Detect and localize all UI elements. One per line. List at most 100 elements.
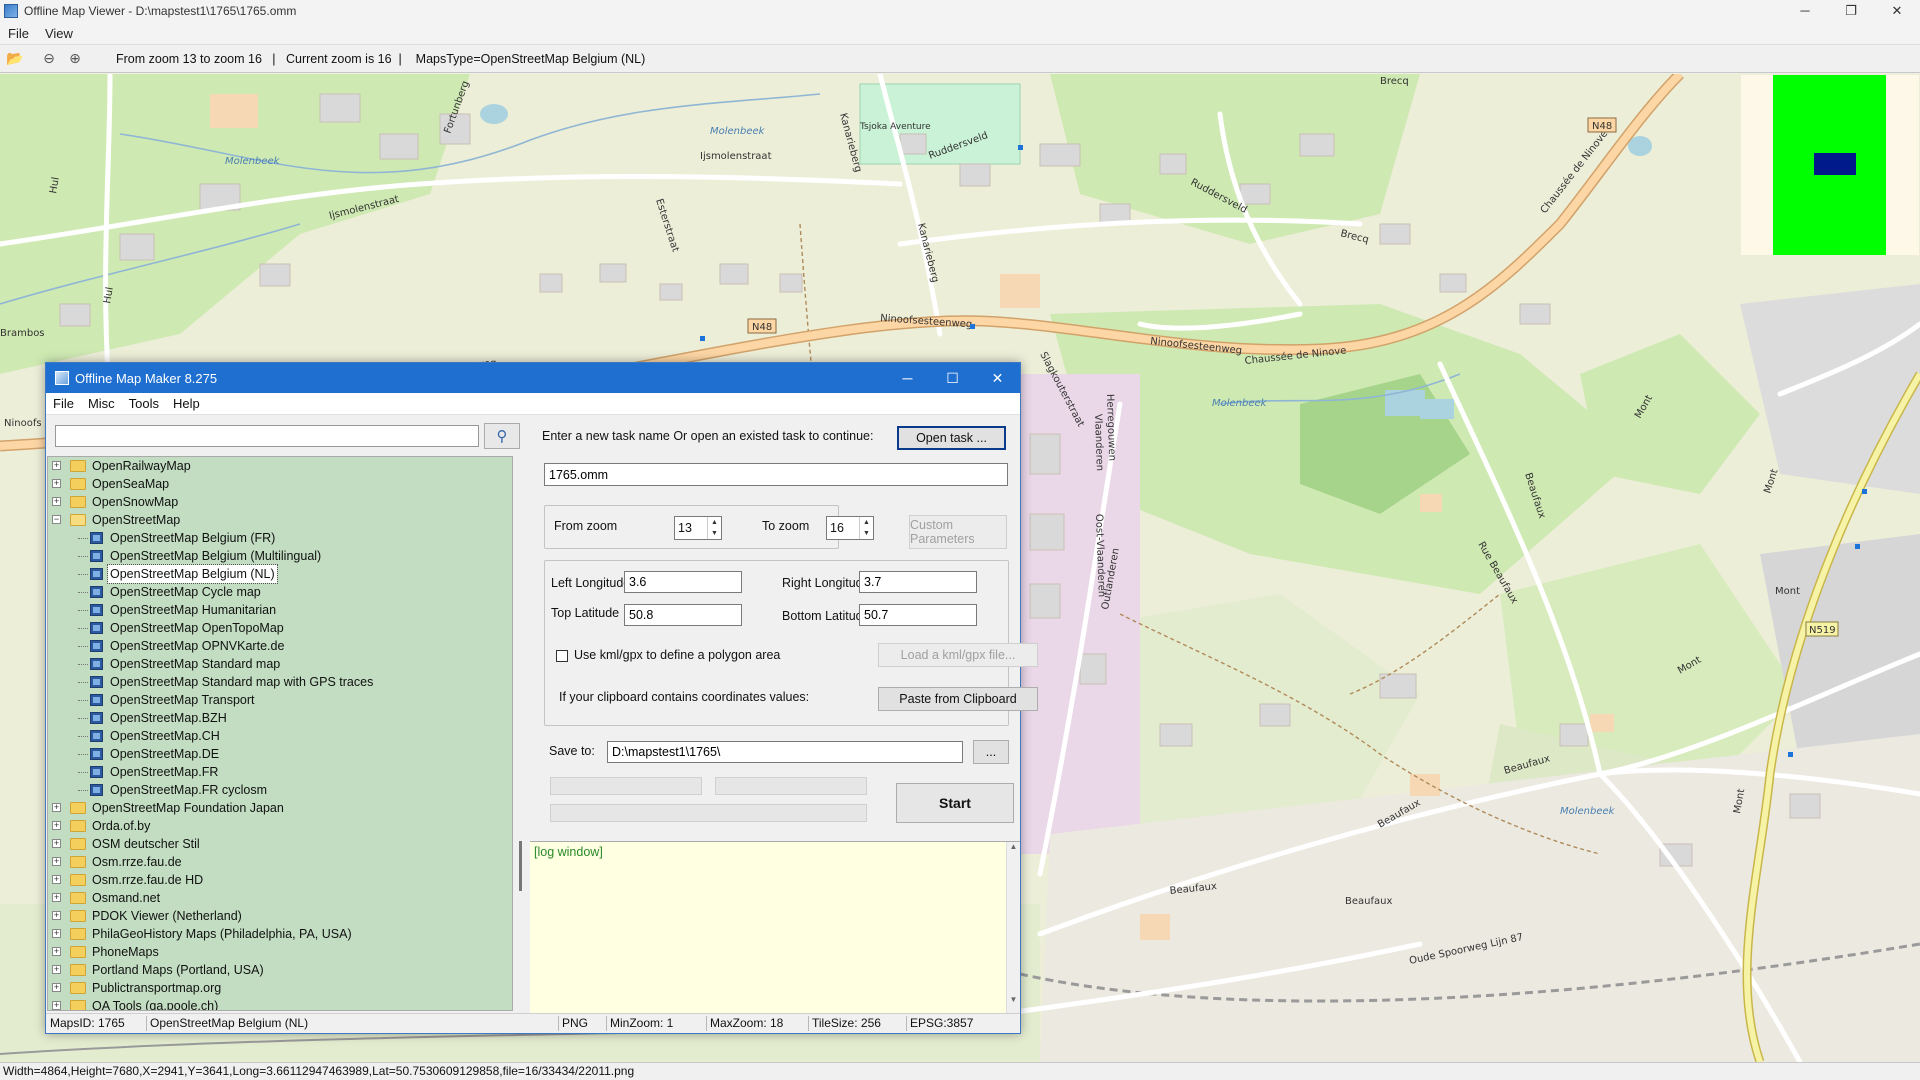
- save-to-input[interactable]: [607, 741, 963, 763]
- map-source-tree[interactable]: + OpenRailwayMap + OpenSeaMap + OpenSnowMap − O…: [47, 456, 513, 1011]
- spin-up-icon[interactable]: ▲: [708, 517, 721, 528]
- tree-item-map[interactable]: OpenStreetMap Standard map with GPS trac…: [48, 673, 512, 691]
- tree-item-folder[interactable]: + OpenSnowMap: [48, 493, 512, 511]
- search-input[interactable]: [55, 425, 479, 447]
- tree-item-map[interactable]: OpenStreetMap.FR cyclosm: [48, 781, 512, 799]
- tree-item-map[interactable]: OpenStreetMap.CH: [48, 727, 512, 745]
- expand-icon[interactable]: +: [52, 911, 61, 920]
- open-folder-icon[interactable]: 📂: [4, 48, 26, 70]
- minimize-button[interactable]: ─: [1782, 0, 1828, 22]
- from-zoom-spinner[interactable]: 13 ▲ ▼: [674, 516, 722, 540]
- zoom-in-icon[interactable]: ⊕: [64, 48, 86, 70]
- expand-icon[interactable]: +: [52, 857, 61, 866]
- expand-icon[interactable]: +: [52, 1001, 61, 1010]
- tree-item-map[interactable]: OpenStreetMap OPNVKarte.de: [48, 637, 512, 655]
- overview-minimap[interactable]: [1741, 75, 1919, 255]
- tree-item-folder[interactable]: + QA Tools (qa.poole.ch): [48, 997, 512, 1011]
- load-kml-button[interactable]: Load a kml/gpx file...: [878, 643, 1038, 667]
- top-latitude-input[interactable]: [624, 604, 742, 626]
- expand-icon[interactable]: +: [52, 839, 61, 848]
- dialog-menu-file[interactable]: File: [46, 396, 81, 411]
- tree-item-map[interactable]: OpenStreetMap Belgium (NL): [48, 564, 512, 584]
- scroll-up-icon[interactable]: ▲: [1007, 842, 1020, 851]
- tree-item-map[interactable]: OpenStreetMap Standard map: [48, 655, 512, 673]
- tree-scroll-thumb[interactable]: [519, 841, 522, 891]
- tree-item-map[interactable]: OpenStreetMap Belgium (FR): [48, 529, 512, 547]
- tree-item-folder[interactable]: + PDOK Viewer (Netherland): [48, 907, 512, 925]
- expand-icon[interactable]: +: [52, 965, 61, 974]
- dialog-menu-tools[interactable]: Tools: [122, 396, 166, 411]
- tree-item-folder[interactable]: + OpenStreetMap Foundation Japan: [48, 799, 512, 817]
- menu-file[interactable]: File: [0, 26, 37, 41]
- maximize-button[interactable]: ❐: [1828, 0, 1874, 22]
- tree-item-folder[interactable]: + Portland Maps (Portland, USA): [48, 961, 512, 979]
- left-longitude-input[interactable]: [624, 571, 742, 593]
- map-icon: [90, 730, 103, 742]
- expand-icon[interactable]: +: [52, 929, 61, 938]
- expand-icon[interactable]: +: [52, 983, 61, 992]
- spin-down-icon[interactable]: ▼: [708, 528, 721, 539]
- expand-icon[interactable]: +: [52, 497, 61, 506]
- spin-down-icon[interactable]: ▼: [860, 528, 873, 539]
- spin-up-icon[interactable]: ▲: [860, 517, 873, 528]
- tree-item-folder[interactable]: − OpenStreetMap: [48, 511, 512, 529]
- zoom-out-icon[interactable]: ⊖: [38, 48, 60, 70]
- tree-item-folder[interactable]: + OpenRailwayMap: [48, 457, 512, 475]
- tree-item-folder[interactable]: + PhoneMaps: [48, 943, 512, 961]
- expand-icon[interactable]: +: [52, 893, 61, 902]
- tree-item-map[interactable]: OpenStreetMap.FR: [48, 763, 512, 781]
- dialog-minimize-button[interactable]: ─: [885, 363, 930, 393]
- menu-view[interactable]: View: [37, 26, 81, 41]
- expand-icon[interactable]: +: [52, 479, 61, 488]
- tree-item-folder[interactable]: + Publictransportmap.org: [48, 979, 512, 997]
- tree-item-folder[interactable]: + Osm.rrze.fau.de HD: [48, 871, 512, 889]
- task-name-input[interactable]: [544, 463, 1008, 486]
- expand-icon[interactable]: +: [52, 875, 61, 884]
- search-icon[interactable]: ⚲: [484, 423, 520, 449]
- tree-item-label: Publictransportmap.org: [92, 981, 222, 995]
- dialog-title-bar[interactable]: Offline Map Maker 8.275 ─ ☐ ✕: [46, 363, 1020, 393]
- expand-icon[interactable]: +: [52, 947, 61, 956]
- status-map-name: OpenStreetMap Belgium (NL): [150, 1016, 309, 1030]
- tree-item-map[interactable]: OpenStreetMap Transport: [48, 691, 512, 709]
- bottom-latitude-input[interactable]: [859, 604, 977, 626]
- tree-item-folder[interactable]: + OSM deutscher Stil: [48, 835, 512, 853]
- browse-button[interactable]: ...: [973, 740, 1009, 764]
- collapse-icon[interactable]: −: [52, 515, 61, 524]
- expand-icon[interactable]: +: [52, 821, 61, 830]
- tree-item-map[interactable]: OpenStreetMap Cycle map: [48, 583, 512, 601]
- start-button[interactable]: Start: [896, 783, 1014, 823]
- open-task-button[interactable]: Open task ...: [897, 426, 1006, 450]
- dialog-menu-misc[interactable]: Misc: [81, 396, 122, 411]
- expand-icon[interactable]: +: [52, 461, 61, 470]
- right-longitude-input[interactable]: [859, 571, 977, 593]
- to-zoom-spinner[interactable]: 16 ▲ ▼: [826, 516, 874, 540]
- scroll-down-icon[interactable]: ▼: [1007, 995, 1020, 1004]
- expand-icon[interactable]: +: [52, 803, 61, 812]
- task-settings-pane: Enter a new task name Or open an existed…: [530, 416, 1038, 1014]
- tree-item-folder[interactable]: + PhilaGeoHistory Maps (Philadelphia, PA,…: [48, 925, 512, 943]
- tree-item-map[interactable]: OpenStreetMap OpenTopoMap: [48, 619, 512, 637]
- dialog-menu-help[interactable]: Help: [166, 396, 207, 411]
- tree-item-label: QA Tools (qa.poole.ch): [92, 999, 219, 1011]
- paste-from-clipboard-button[interactable]: Paste from Clipboard: [878, 687, 1038, 711]
- custom-parameters-button[interactable]: Custom Parameters: [909, 515, 1007, 549]
- status-min-zoom: MinZoom: 1: [610, 1016, 674, 1030]
- tree-item-map[interactable]: OpenStreetMap Humanitarian: [48, 601, 512, 619]
- tree-item-folder[interactable]: + Osmand.net: [48, 889, 512, 907]
- tree-scrollbar[interactable]: [514, 456, 528, 1011]
- tree-item-folder[interactable]: + OpenSeaMap: [48, 475, 512, 493]
- dialog-close-button[interactable]: ✕: [975, 363, 1020, 393]
- tree-item-folder[interactable]: + Orda.of.by: [48, 817, 512, 835]
- log-window[interactable]: [log window] ▲ ▼: [530, 841, 1020, 1014]
- status-bar: Width=4864,Height=7680,X=2941,Y=3641,Lon…: [0, 1062, 1920, 1080]
- tree-item-map[interactable]: OpenStreetMap Belgium (Multilingual): [48, 547, 512, 565]
- tree-item-folder[interactable]: + Osm.rrze.fau.de: [48, 853, 512, 871]
- close-button[interactable]: ✕: [1874, 0, 1920, 22]
- kml-checkbox[interactable]: [556, 650, 568, 662]
- tree-item-map[interactable]: OpenStreetMap.BZH: [48, 709, 512, 727]
- log-scrollbar[interactable]: ▲ ▼: [1006, 842, 1020, 1014]
- minimap-viewport[interactable]: [1814, 153, 1856, 175]
- tree-item-map[interactable]: OpenStreetMap.DE: [48, 745, 512, 763]
- dialog-maximize-button[interactable]: ☐: [930, 363, 975, 393]
